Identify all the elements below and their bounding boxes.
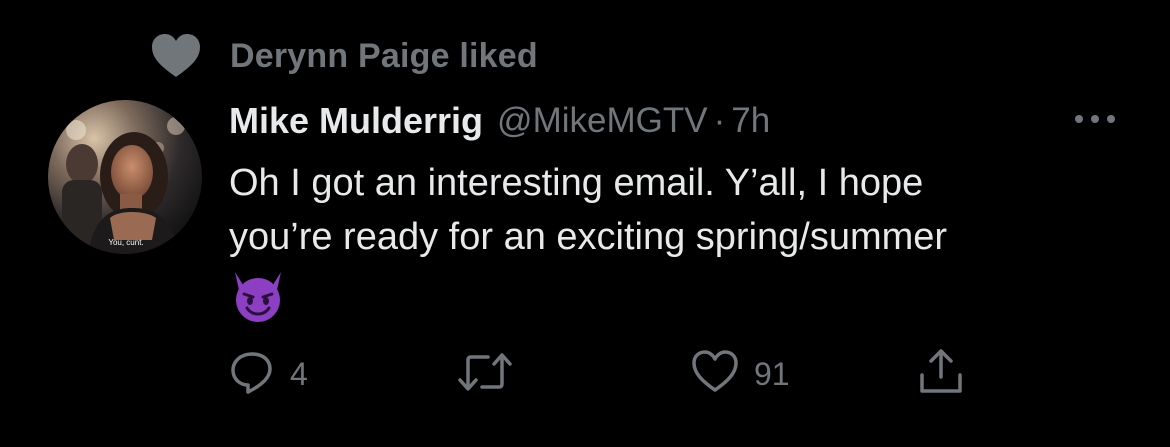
tweet-actions: 4 91 [0,345,1170,405]
avatar[interactable]: You, cunt. [48,100,202,254]
more-icon[interactable] [1072,112,1118,126]
social-context: Derynn Paige liked [150,30,538,82]
tweet[interactable]: Derynn Paige liked You, cunt. Mike Mulde… [0,0,1170,447]
tweet-header: Mike Mulderrig @MikeMGTV · 7h [229,96,770,146]
heart-icon [150,33,202,79]
share-button[interactable] [916,345,966,403]
tweet-timestamp[interactable]: 7h [731,101,770,141]
smiling-face-with-horns-icon [229,266,287,324]
share-icon [916,347,966,402]
retweet-button[interactable] [456,345,528,403]
author-display-name[interactable]: Mike Mulderrig [229,100,483,142]
author-handle[interactable]: @MikeMGTV [497,101,708,141]
tweet-text-line: Oh I got an interesting email. Y’all, I … [229,162,924,204]
heart-outline-icon [690,348,740,401]
like-button[interactable]: 91 [690,345,790,403]
like-count: 91 [754,355,790,392]
tweet-text-line: you’re ready for an exciting spring/summ… [229,216,948,258]
reply-button[interactable]: 4 [228,345,308,403]
reply-count: 4 [290,355,308,392]
retweet-icon [456,348,514,401]
reply-icon [228,348,276,401]
avatar-caption: You, cunt. [108,238,143,247]
tweet-text: Oh I got an interesting email. Y’all, I … [229,156,1109,264]
social-context-text[interactable]: Derynn Paige liked [230,37,538,76]
separator-dot: · [713,101,726,140]
